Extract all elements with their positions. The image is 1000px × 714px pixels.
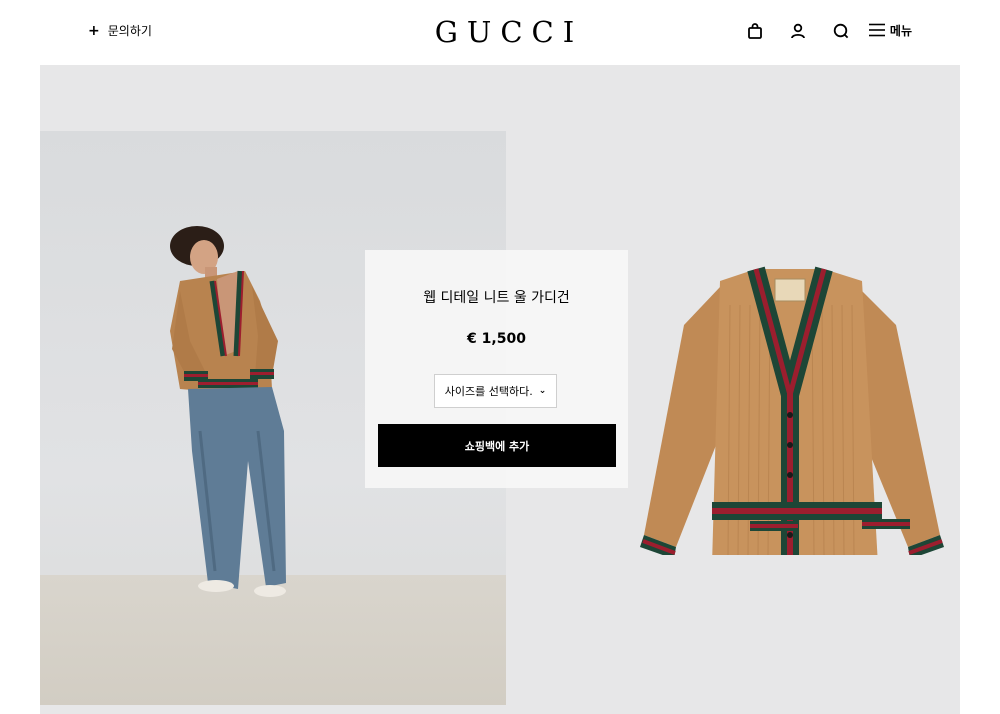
product-price: € 1,500 [467,331,526,347]
size-select[interactable]: 사이즈를 선택하다. ⌄ [434,374,557,408]
chevron-down-icon: ⌄ [538,386,547,396]
cardigan-hem [712,502,882,520]
add-to-bag-button[interactable]: 쇼핑백에 추가 [378,424,616,467]
plus-icon: + [88,23,100,39]
contact-us-label: 문의하기 [107,24,152,38]
menu-button[interactable]: 메뉴 [868,20,912,42]
search-icon[interactable] [830,20,852,42]
header-actions: 메뉴 [744,20,912,42]
product-name: 웹 디테일 니트 울 가디건 [423,290,570,306]
size-select-label: 사이즈를 선택하다. [444,385,533,398]
shopping-bag-icon[interactable] [744,20,766,42]
product-info-card: 웹 디테일 니트 울 가디건 € 1,500 사이즈를 선택하다. ⌄ 쇼핑백에… [365,250,628,488]
gucci-logo[interactable]: GUCCI [400,12,609,52]
account-icon[interactable] [787,20,809,42]
site-header: + 문의하기 GUCCI 메뉴 [0,0,1000,65]
product-hero: 웹 디테일 니트 울 가디건 € 1,500 사이즈를 선택하다. ⌄ 쇼핑백에… [40,65,960,714]
menu-icon [868,22,885,41]
contact-us-link[interactable]: + 문의하기 [88,22,152,40]
menu-label: 메뉴 [889,24,912,38]
